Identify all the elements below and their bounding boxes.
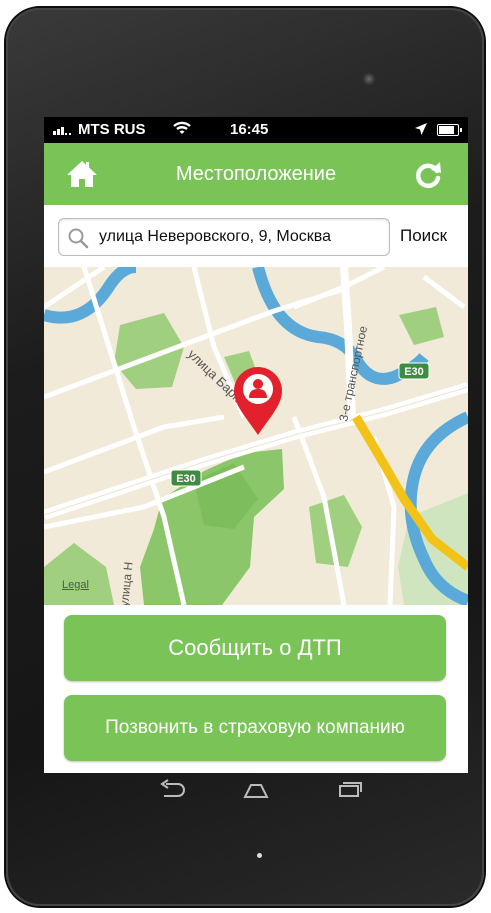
address-search-input[interactable]: улица Неверовского, 9, Москва: [58, 218, 390, 256]
search-icon: [68, 228, 89, 249]
search-button[interactable]: Поиск: [400, 226, 447, 246]
back-icon[interactable]: [156, 777, 186, 803]
street-label-partial: улица Н: [117, 561, 136, 605]
home-indicator-dot: [257, 853, 262, 858]
route-badge-e30-right: E30: [398, 362, 430, 380]
person-location-pin-icon[interactable]: [234, 367, 282, 435]
carrier-name: MTS RUS: [78, 121, 146, 138]
map-legal-link[interactable]: Legal: [62, 579, 89, 591]
page-title: Местоположение: [175, 163, 337, 185]
status-time: 16:45: [230, 121, 269, 138]
status-bar: MTS RUS 16:45: [44, 117, 468, 143]
call-insurance-button[interactable]: Позвонить в страховую компанию: [64, 695, 446, 761]
app-header: Местоположение: [44, 143, 468, 205]
search-bar: улица Неверовского, 9, Москва Поиск: [44, 205, 468, 267]
system-nav-bar: [44, 773, 468, 809]
address-search-value[interactable]: улица Неверовского, 9, Москва: [99, 228, 385, 246]
signal-strength-icon: [53, 127, 71, 135]
refresh-icon[interactable]: [412, 159, 444, 191]
svg-text:E30: E30: [176, 473, 196, 485]
report-accident-button[interactable]: Сообщить о ДТП: [64, 615, 446, 681]
location-arrow-icon: [415, 123, 427, 135]
app-screen: MTS RUS 16:45 Местоположение улица Невер…: [44, 117, 468, 773]
wifi-icon: [173, 121, 191, 134]
map-view[interactable]: улица Барклая 3-е транспортное улица Н E…: [44, 267, 468, 605]
home-outline-icon[interactable]: [241, 777, 271, 803]
front-camera: [363, 73, 375, 85]
route-badge-e30-left: E30: [170, 469, 202, 487]
battery-icon: [437, 124, 462, 136]
map-canvas[interactable]: улица Барклая 3-е транспортное улица Н E…: [44, 267, 468, 605]
svg-text:E30: E30: [404, 366, 424, 378]
action-panel: Сообщить о ДТП Позвонить в страховую ком…: [44, 605, 468, 773]
recent-apps-icon[interactable]: [334, 777, 364, 803]
